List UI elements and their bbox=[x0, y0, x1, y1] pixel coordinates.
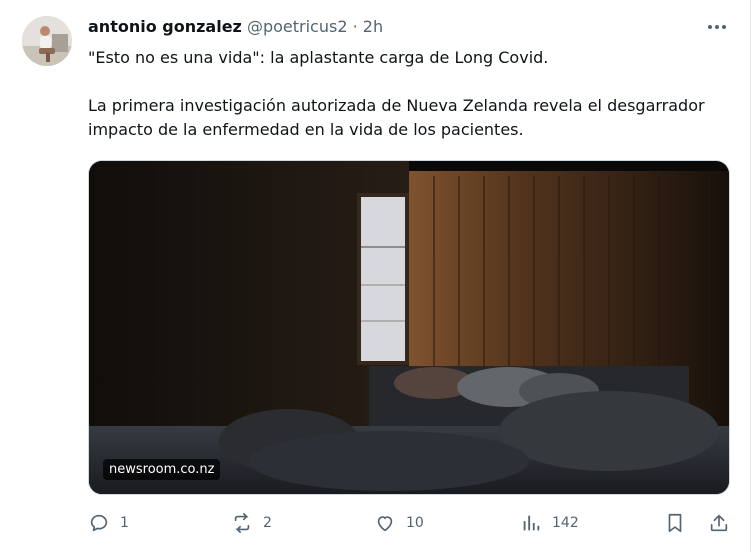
author-name[interactable]: antonio gonzalez bbox=[88, 17, 242, 36]
avatar[interactable] bbox=[22, 16, 72, 66]
post-text: "Esto no es una vida": la aplastante car… bbox=[88, 46, 738, 142]
repost-button[interactable]: 2 bbox=[231, 512, 272, 534]
repost-icon bbox=[234, 513, 250, 533]
share-button[interactable] bbox=[708, 512, 740, 534]
bookmark-button[interactable] bbox=[664, 512, 696, 534]
like-button[interactable]: 10 bbox=[374, 512, 424, 534]
views-button[interactable]: 142 bbox=[520, 512, 579, 534]
post-header: antonio gonzalez @poetricus2 · 2h bbox=[88, 17, 383, 36]
avatar-image bbox=[22, 16, 72, 66]
more-horizontal-icon[interactable] bbox=[706, 16, 728, 38]
views-icon bbox=[523, 515, 540, 531]
like-count: 10 bbox=[406, 515, 424, 531]
author-handle[interactable]: @poetricus2 bbox=[247, 17, 348, 36]
bookmark-icon bbox=[668, 513, 682, 533]
media-domain-label[interactable]: newsroom.co.nz bbox=[103, 459, 221, 480]
post-text-line1: "Esto no es una vida": la aplastante car… bbox=[88, 48, 549, 67]
post-time[interactable]: 2h bbox=[363, 17, 383, 36]
action-bar: 1 2 10 142 bbox=[88, 512, 736, 538]
post-media[interactable]: newsroom.co.nz bbox=[88, 160, 730, 495]
reply-button[interactable]: 1 bbox=[88, 512, 129, 534]
bedroom-photo bbox=[89, 161, 729, 494]
post-container[interactable]: antonio gonzalez @poetricus2 · 2h "Esto … bbox=[0, 0, 751, 552]
like-icon bbox=[377, 516, 393, 532]
share-icon bbox=[710, 514, 728, 532]
repost-count: 2 bbox=[263, 515, 272, 531]
post-text-line2: La primera investigación autorizada de N… bbox=[88, 96, 705, 139]
scrollbar[interactable] bbox=[751, 0, 756, 552]
separator: · bbox=[352, 17, 358, 36]
reply-icon bbox=[90, 514, 108, 532]
reply-count: 1 bbox=[120, 515, 129, 531]
views-count: 142 bbox=[552, 515, 579, 531]
